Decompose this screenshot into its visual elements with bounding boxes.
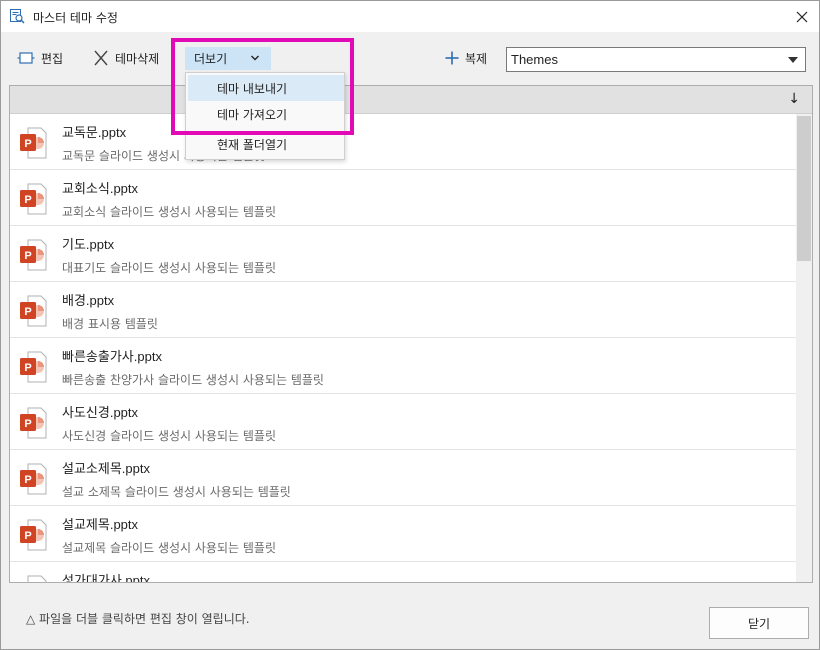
duplicate-button[interactable]: 복제 bbox=[445, 47, 487, 69]
pptx-file-icon: P bbox=[20, 183, 47, 215]
list-item[interactable]: P 성가대가사.pptx bbox=[10, 562, 796, 583]
pptx-file-icon: P bbox=[20, 407, 47, 439]
file-name: 사도신경.pptx bbox=[62, 405, 139, 420]
theme-file-list: ↓ P 교독문.pptx 교독문 슬라이드 생성시 사용되는 템플릿 P 교회소식.pp… bbox=[9, 85, 813, 583]
file-name: 성가대가사.pptx bbox=[62, 573, 150, 583]
theme-folder-value: Themes bbox=[511, 52, 558, 67]
scissors-icon bbox=[94, 50, 108, 66]
file-name: 교독문.pptx bbox=[62, 125, 127, 140]
theme-folder-select[interactable]: Themes bbox=[506, 47, 806, 72]
delete-theme-label: 테마삭제 bbox=[115, 51, 160, 66]
menu-item-open-folder[interactable]: 현재 폴더열기 bbox=[188, 131, 344, 157]
toolbar: 편집 테마삭제 더보기 복제 Themes bbox=[1, 32, 819, 84]
list-item[interactable]: P 빠른송출가사.pptx 빠른송출 찬양가사 슬라이드 생성시 사용되는 템플릿 bbox=[10, 338, 796, 394]
file-description: 사도신경 슬라이드 생성시 사용되는 템플릿 bbox=[62, 429, 276, 443]
svg-text:P: P bbox=[24, 362, 31, 374]
master-theme-dialog: 마스터 테마 수정 편집 테마삭제 더보기 복제 Themes ↓ P 교독문.… bbox=[0, 0, 820, 650]
file-description: 교회소식 슬라이드 생성시 사용되는 템플릿 bbox=[62, 205, 276, 219]
pptx-file-icon: P bbox=[20, 351, 47, 383]
window-close-button[interactable] bbox=[785, 1, 819, 32]
pptx-file-icon: P bbox=[20, 519, 47, 551]
file-description: 설교제목 슬라이드 생성시 사용되는 템플릿 bbox=[62, 541, 276, 555]
list-rows: P 교독문.pptx 교독문 슬라이드 생성시 사용되는 템플릿 P 교회소식.pptx… bbox=[10, 114, 796, 583]
title-bar: 마스터 테마 수정 bbox=[1, 1, 819, 32]
more-dropdown-menu: 테마 내보내기 테마 가져오기 현재 폴더열기 bbox=[185, 72, 345, 160]
list-item[interactable]: P 기도.pptx 대표기도 슬라이드 생성시 사용되는 템플릿 bbox=[10, 226, 796, 282]
more-button[interactable]: 더보기 bbox=[185, 47, 271, 70]
svg-text:P: P bbox=[24, 418, 31, 430]
scrollbar-thumb[interactable] bbox=[797, 116, 811, 261]
file-description: 설교 소제목 슬라이드 생성시 사용되는 템플릿 bbox=[62, 485, 291, 499]
file-name: 배경.pptx bbox=[62, 293, 115, 308]
svg-text:P: P bbox=[24, 474, 31, 486]
edit-button[interactable]: 편집 bbox=[17, 47, 63, 69]
svg-text:P: P bbox=[24, 530, 31, 542]
pptx-file-icon: P bbox=[20, 127, 47, 159]
svg-text:P: P bbox=[24, 250, 31, 262]
file-name: 설교제목.pptx bbox=[62, 517, 139, 532]
svg-text:P: P bbox=[24, 306, 31, 318]
file-name: 교회소식.pptx bbox=[62, 181, 139, 196]
more-label: 더보기 bbox=[194, 52, 228, 66]
duplicate-label: 복제 bbox=[465, 51, 488, 66]
dropdown-arrow-icon bbox=[788, 57, 798, 63]
file-description: 대표기도 슬라이드 생성시 사용되는 템플릿 bbox=[62, 261, 276, 275]
vertical-scrollbar[interactable] bbox=[796, 114, 812, 582]
window-title: 마스터 테마 수정 bbox=[33, 11, 118, 25]
footer-hint: △ 파일을 더블 클릭하면 편집 창이 열립니다. bbox=[26, 612, 250, 626]
pptx-file-icon: P bbox=[20, 463, 47, 495]
list-header: ↓ bbox=[10, 86, 812, 114]
menu-item-import-theme[interactable]: 테마 가져오기 bbox=[188, 101, 344, 127]
menu-item-export-theme[interactable]: 테마 내보내기 bbox=[188, 75, 344, 101]
pptx-file-icon: P bbox=[20, 295, 47, 327]
list-item[interactable]: P 설교소제목.pptx 설교 소제목 슬라이드 생성시 사용되는 템플릿 bbox=[10, 450, 796, 506]
file-name: 기도.pptx bbox=[62, 237, 115, 252]
file-description: 배경 표시용 템플릿 bbox=[62, 317, 158, 331]
file-name: 빠른송출가사.pptx bbox=[62, 349, 162, 364]
theme-search-icon bbox=[10, 9, 25, 24]
list-item[interactable]: P 설교제목.pptx 설교제목 슬라이드 생성시 사용되는 템플릿 bbox=[10, 506, 796, 562]
plus-icon bbox=[445, 51, 459, 65]
edit-icon bbox=[17, 52, 35, 64]
close-dialog-label: 닫기 bbox=[747, 616, 771, 631]
list-item[interactable]: P 교회소식.pptx 교회소식 슬라이드 생성시 사용되는 템플릿 bbox=[10, 170, 796, 226]
close-icon bbox=[796, 11, 808, 22]
edit-label: 편집 bbox=[41, 51, 64, 66]
pptx-file-icon: P bbox=[20, 239, 47, 271]
list-item[interactable]: P 배경.pptx 배경 표시용 템플릿 bbox=[10, 282, 796, 338]
pptx-file-icon: P bbox=[27, 575, 47, 582]
svg-text:P: P bbox=[24, 138, 31, 150]
chevron-down-icon bbox=[251, 55, 259, 61]
delete-theme-button[interactable]: 테마삭제 bbox=[93, 47, 159, 69]
file-name: 설교소제목.pptx bbox=[62, 461, 150, 476]
list-item[interactable]: P 교독문.pptx 교독문 슬라이드 생성시 사용되는 템플릿 bbox=[10, 114, 796, 170]
list-item[interactable]: P 사도신경.pptx 사도신경 슬라이드 생성시 사용되는 템플릿 bbox=[10, 394, 796, 450]
file-description: 빠른송출 찬양가사 슬라이드 생성시 사용되는 템플릿 bbox=[62, 373, 324, 387]
close-dialog-button[interactable]: 닫기 bbox=[709, 607, 809, 639]
sort-icon[interactable]: ↓ bbox=[788, 91, 800, 107]
svg-text:P: P bbox=[24, 194, 31, 206]
